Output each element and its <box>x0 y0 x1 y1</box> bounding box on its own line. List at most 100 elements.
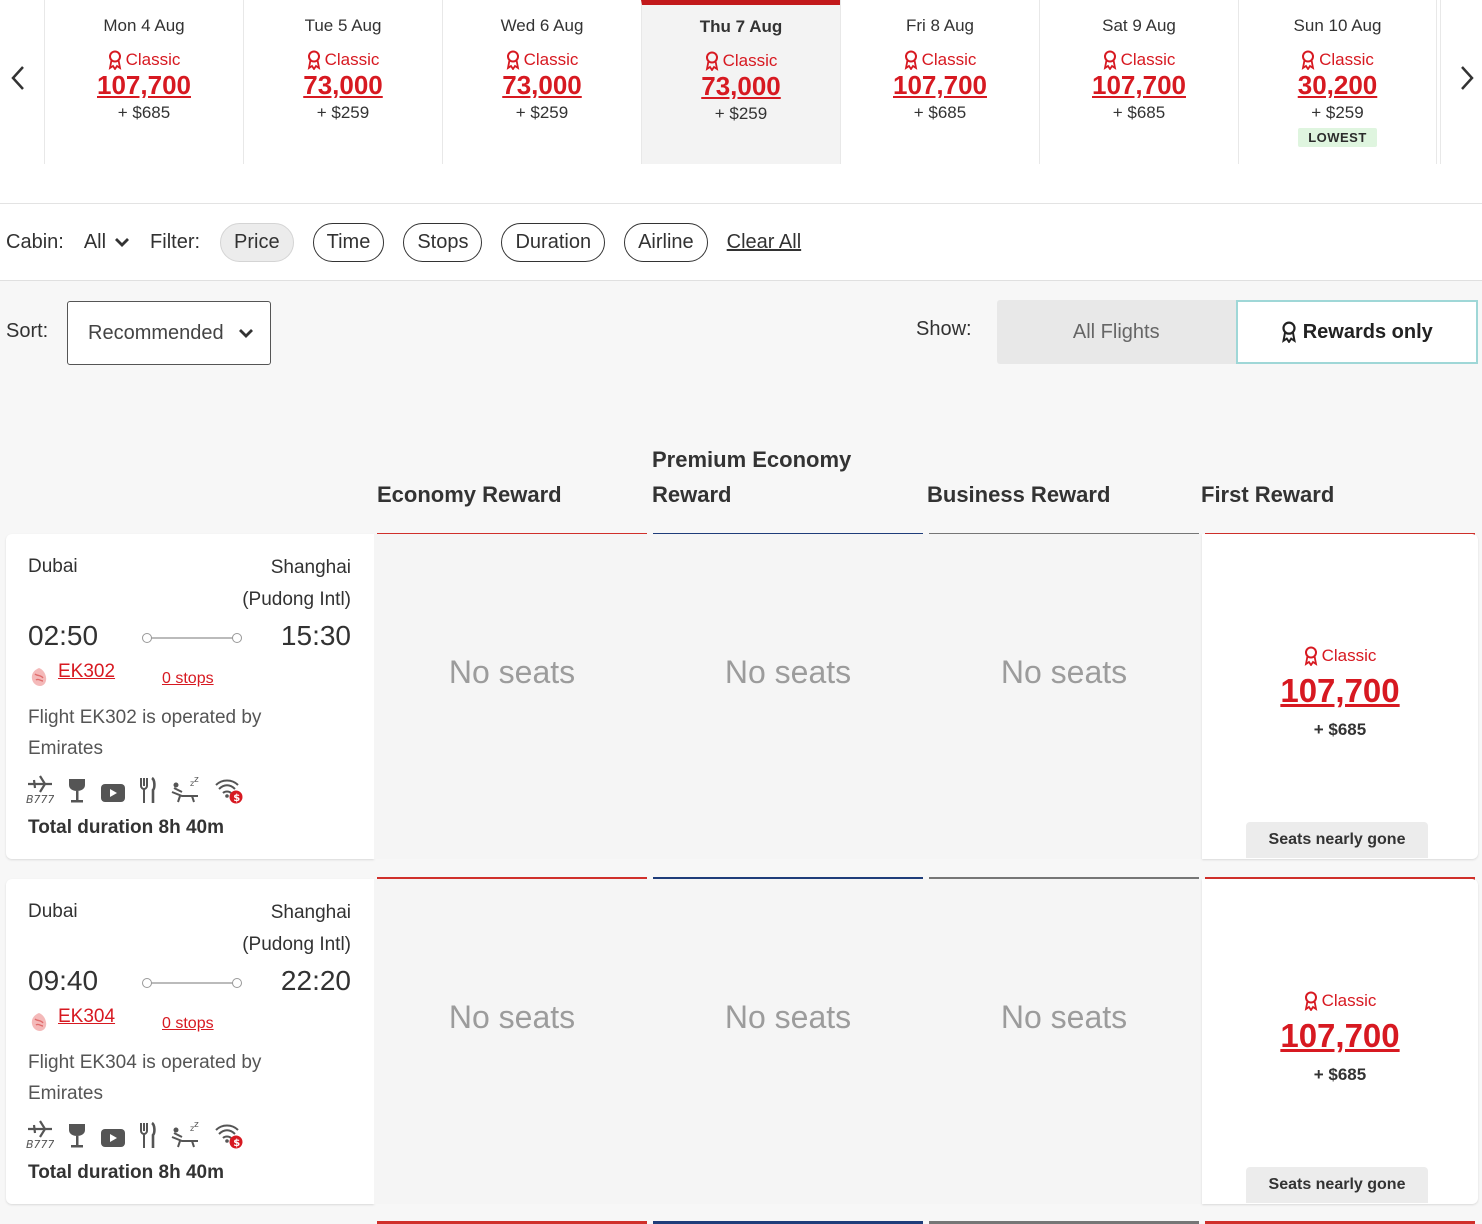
fare-type-label: Classic <box>125 50 181 69</box>
first-points-price[interactable]: 107,700 <box>1202 1017 1478 1055</box>
premium-economy-cell: No seats <box>650 879 926 1204</box>
svg-text:$: $ <box>233 793 240 804</box>
svg-text:$: $ <box>233 1138 240 1149</box>
destination-name: Shanghai <box>270 557 351 578</box>
fare-type: Classic <box>1040 50 1238 70</box>
award-ribbon-icon <box>1103 50 1116 70</box>
flight-info: Dubai Shanghai (Pudong Intl) 09:40 22:20… <box>6 879 374 1204</box>
points-price[interactable]: 73,000 <box>642 71 840 101</box>
flight-number-link[interactable]: EK304 <box>58 1006 115 1028</box>
svg-text:B777: B777 <box>26 1138 54 1149</box>
first-reward-cell[interactable]: Classic 107,700 + $685 Seats nearly gone <box>1202 534 1478 859</box>
first-reward-cell[interactable]: Classic 107,700 + $685 Seats nearly gone <box>1202 879 1478 1204</box>
filter-chip-stops[interactable]: Stops <box>403 222 483 262</box>
fare-type-label: Classic <box>1321 991 1377 1010</box>
show-toggle: All Flights Rewards only <box>997 300 1478 364</box>
points-price[interactable]: 107,700 <box>45 70 243 100</box>
date-sun-10-aug[interactable]: Sun 10 Aug Classic 30,200 + $259 LOWEST <box>1238 0 1437 164</box>
cabin-select[interactable]: All <box>84 231 130 254</box>
cash-price: + $259 <box>316 103 370 122</box>
points-price[interactable]: 107,700 <box>841 70 1039 100</box>
points-price[interactable]: 73,000 <box>244 70 442 100</box>
date-thu-7-aug[interactable]: Thu 7 Aug Classic 73,000 + $259 <box>641 0 840 164</box>
cabin-label: Cabin: <box>6 230 64 253</box>
business-cell: No seats <box>926 534 1202 859</box>
points-price[interactable]: 73,000 <box>443 70 641 100</box>
dining-icon <box>140 1121 156 1148</box>
entertainment-icon <box>101 1129 125 1147</box>
clear-all-link[interactable]: Clear All <box>727 231 801 254</box>
show-all-flights-label: All Flights <box>1072 320 1160 343</box>
first-points-price[interactable]: 107,700 <box>1202 672 1478 710</box>
date-sat-9-aug[interactable]: Sat 9 Aug Classic 107,700 + $685 <box>1039 0 1238 164</box>
date-fri-8-aug[interactable]: Fri 8 Aug Classic 107,700 + $685 <box>840 0 1039 164</box>
filter-chip-time[interactable]: Time <box>312 222 385 262</box>
column-header-business: Business Reward <box>927 482 1111 507</box>
cash-price: + $685 <box>1112 103 1166 122</box>
date-label: Fri 8 Aug <box>905 16 975 35</box>
svg-text:z: z <box>194 776 199 785</box>
date-label: Thu 7 Aug <box>699 17 783 36</box>
business-cell: No seats <box>926 879 1202 1204</box>
premium-economy-cell: No seats <box>650 534 926 859</box>
award-ribbon-icon <box>108 50 121 70</box>
award-ribbon-icon <box>506 50 519 70</box>
prev-dates-button[interactable] <box>3 60 33 96</box>
destination-city: Shanghai (Pudong Intl) <box>242 897 351 961</box>
award-ribbon-icon <box>1304 991 1317 1011</box>
date-mon-4-aug[interactable]: Mon 4 Aug Classic 107,700 + $685 <box>44 0 243 164</box>
chevron-down-icon <box>115 238 130 247</box>
next-dates-button[interactable] <box>1452 60 1482 96</box>
chevron-down-icon <box>238 329 253 338</box>
points-price[interactable]: 30,200 <box>1239 70 1436 100</box>
no-seats-label: No seats <box>448 999 576 1035</box>
economy-cell: No seats <box>374 879 650 1204</box>
fare-type: Classic <box>841 50 1039 70</box>
arrival-time: 15:30 <box>280 620 351 651</box>
origin-city: Dubai <box>28 901 78 922</box>
first-cash-price: + $685 <box>1313 720 1367 739</box>
award-ribbon-icon <box>904 50 917 70</box>
date-label: Wed 6 Aug <box>500 16 584 35</box>
show-all-flights-option[interactable]: All Flights <box>997 300 1236 364</box>
arrival-time: 22:20 <box>280 965 351 996</box>
chevron-left-icon <box>11 66 24 90</box>
fare-type: Classic <box>244 50 442 70</box>
filter-chip-price[interactable]: Price <box>220 222 294 262</box>
fare-type: Classic <box>1239 50 1436 70</box>
entertainment-icon <box>101 784 125 802</box>
stops-link[interactable]: 0 stops <box>162 670 214 688</box>
route-line <box>142 633 242 643</box>
fare-type-label: Classic <box>324 50 380 69</box>
flight-number-link[interactable]: EK302 <box>58 661 115 683</box>
stops-link[interactable]: 0 stops <box>162 1015 214 1033</box>
economy-cell: No seats <box>374 534 650 859</box>
no-seats-label: No seats <box>724 654 852 690</box>
aircraft-icon: B777 <box>26 1120 54 1149</box>
filter-chip-airline[interactable]: Airline <box>624 222 708 262</box>
award-ribbon-icon <box>1301 50 1315 70</box>
flight-info: Dubai Shanghai (Pudong Intl) 02:50 15:30… <box>6 534 374 859</box>
route-line <box>142 978 242 988</box>
operated-by: Flight EK302 is operated by Emirates <box>28 707 262 759</box>
seats-nearly-gone-badge: Seats nearly gone <box>1246 1167 1428 1203</box>
date-tue-5-aug[interactable]: Tue 5 Aug Classic 73,000 + $259 <box>243 0 442 164</box>
filter-chip-duration[interactable]: Duration <box>501 222 606 262</box>
departure-time: 02:50 <box>28 620 99 651</box>
sort-select[interactable]: Recommended <box>67 301 271 365</box>
amenities: B777 zz $ <box>26 1119 244 1149</box>
column-header-first: First Reward <box>1201 482 1335 507</box>
date-wed-6-aug[interactable]: Wed 6 Aug Classic 73,000 + $259 <box>442 0 641 164</box>
total-duration: Total duration 8h 40m <box>28 817 225 838</box>
points-price[interactable]: 107,700 <box>1040 70 1238 100</box>
cash-price: + $259 <box>515 103 569 122</box>
origin-city: Dubai <box>28 556 78 577</box>
filter-bar: Cabin: All Filter: Price Time Stops Dura… <box>0 204 1482 281</box>
flight-card: Dubai Shanghai (Pudong Intl) 09:40 22:20… <box>6 879 1478 1204</box>
svg-text:B777: B777 <box>26 793 54 804</box>
total-duration: Total duration 8h 40m <box>28 1162 225 1183</box>
operated-by: Flight EK304 is operated by Emirates <box>28 1052 262 1104</box>
date-label: Mon 4 Aug <box>103 16 185 35</box>
show-rewards-only-option[interactable]: Rewards only <box>1235 300 1478 364</box>
emirates-logo-icon <box>28 666 50 693</box>
